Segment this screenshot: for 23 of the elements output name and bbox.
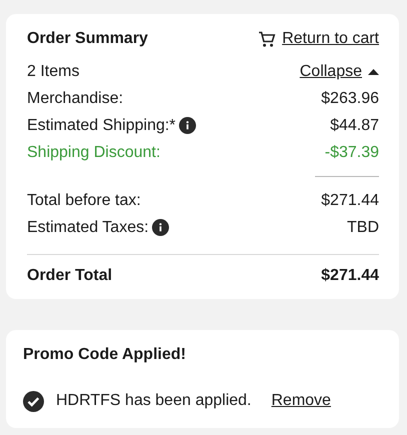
promo-title: Promo Code Applied!	[23, 346, 186, 363]
info-icon[interactable]	[178, 117, 196, 134]
cart-icon	[258, 30, 276, 48]
line-label: Estimated Taxes:	[27, 218, 149, 236]
items-count: 2 Items	[27, 62, 80, 80]
line-label: Merchandise:	[27, 90, 124, 108]
total-value: $271.44	[321, 266, 379, 284]
line-value: $44.87	[330, 116, 379, 134]
line-value: $263.96	[321, 90, 379, 108]
line-value: TBD	[347, 218, 379, 236]
total-label: Order Total	[27, 266, 112, 284]
line-value: -$37.39	[324, 144, 379, 162]
line-value: $271.44	[321, 192, 379, 210]
return-to-cart-link[interactable]: Return to cart	[258, 30, 379, 48]
line-label: Shipping Discount:	[27, 144, 160, 162]
caret-icon	[368, 68, 379, 74]
remove-link[interactable]: Remove	[271, 392, 331, 410]
card-title: Order Summary	[27, 30, 148, 48]
line-label: Estimated Shipping:*	[27, 116, 176, 134]
line-label: Total before tax:	[27, 192, 141, 210]
info-icon[interactable]	[152, 219, 169, 236]
promo-message: HDRTFS has been applied.	[56, 392, 252, 410]
collapse-link[interactable]: Collapse	[300, 62, 379, 80]
